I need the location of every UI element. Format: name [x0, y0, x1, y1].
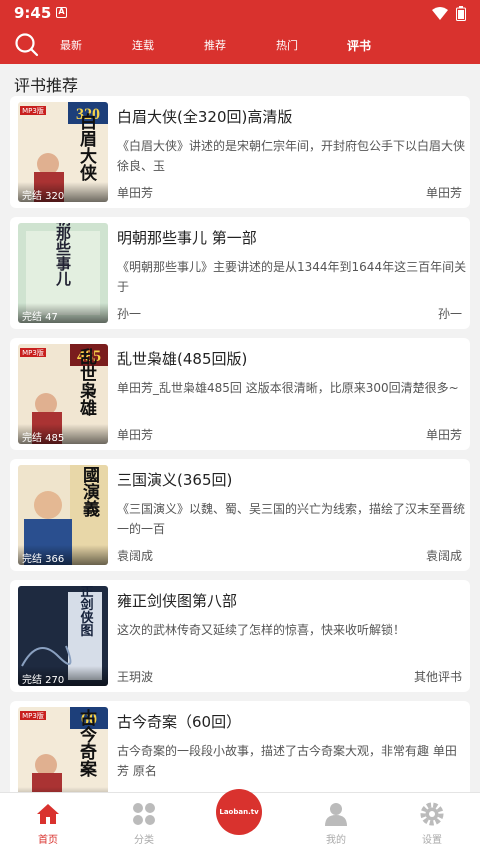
status-icons — [432, 6, 466, 21]
cover-title: 古今奇案 — [76, 708, 98, 778]
item-description: 《白眉大侠》讲述的是宋朝仁宗年间，开封府包公手下以白眉大侠徐良、玉 — [117, 139, 466, 173]
tab-serial[interactable]: 连载 — [132, 37, 154, 53]
list-item[interactable]: 三國演義 完结 366 三国演义(365回) 《三国演义》以魏、蜀、吴三国的兴亡… — [10, 459, 470, 571]
item-title: 明朝那些事儿 第一部 — [117, 229, 257, 247]
nav-mine[interactable]: 我的 — [296, 793, 376, 851]
nav-category-label: 分类 — [134, 835, 154, 846]
nav-home[interactable]: 首页 — [8, 793, 88, 851]
nav-settings-label: 设置 — [422, 835, 442, 846]
cover-tag: MP3版 — [22, 106, 44, 115]
item-description: 单田芳_乱世枭雄485回 这版本很清晰，比原来300回清楚很多~ — [117, 381, 459, 395]
program-list: 320 MP3版 白眉大侠 完结 320 白眉大侠(全320回)高清版 《白眉大… — [10, 96, 470, 822]
cover-image: 雍正剑侠图 完结 270 — [18, 586, 108, 686]
bottom-nav: 首页 分类 Laoban.tv 我的 设置 — [0, 789, 480, 851]
item-author: 孙一 — [117, 307, 142, 321]
cover-title: 三國演義 — [79, 465, 100, 518]
cover-title: 乱世枭雄 — [76, 347, 98, 417]
top-nav: 最新 连载 推荐 热门 评书 — [0, 26, 480, 64]
list-item[interactable]: 雍正剑侠图 完结 270 雍正剑侠图第八部 这次的武林传奇又延续了怎样的惊喜，快… — [10, 580, 470, 692]
tab-recommend[interactable]: 推荐 — [204, 37, 226, 53]
gear-icon — [420, 802, 444, 826]
item-description: 《明朝那些事儿》主要讲述的是从1344年到1644年这三百年间关于 — [117, 260, 467, 294]
list-item[interactable]: 485 MP3版 乱世枭雄 完结 485 乱世枭雄(485回版) 单田芳_乱世枭… — [10, 338, 470, 450]
item-title: 乱世枭雄(485回版) — [117, 350, 248, 368]
status-bar: 9:45 A — [0, 0, 480, 26]
item-category: 单田芳 — [425, 428, 462, 442]
nav-home-label: 首页 — [38, 835, 58, 846]
item-description: 这次的武林传奇又延续了怎样的惊喜，快来收听解锁！ — [117, 623, 406, 637]
cover-tag: MP3版 — [22, 348, 44, 357]
cover-image: 三國演義 完结 366 — [18, 465, 108, 565]
status-badge: 完结 320 — [18, 182, 108, 202]
item-title: 白眉大侠(全320回)高清版 — [117, 108, 293, 126]
item-category: 单田芳 — [425, 186, 462, 200]
item-title: 三国演义(365回) — [117, 471, 233, 489]
status-a-icon: A — [56, 7, 67, 18]
cover-title: 雍正剑侠图 — [78, 586, 95, 638]
item-title: 古今奇案（60回） — [117, 713, 242, 731]
person-icon — [325, 803, 347, 826]
home-icon — [37, 804, 59, 824]
item-author: 单田芳 — [117, 428, 154, 442]
nav-category[interactable]: 分类 — [104, 793, 184, 851]
item-description: 古今奇案的一段段小故事，描述了古今奇案大观，非常有趣 单田芳 原名 — [117, 744, 457, 778]
search-icon[interactable] — [14, 32, 40, 58]
app-logo[interactable]: Laoban.tv — [216, 789, 262, 835]
status-badge: 完结 485 — [18, 424, 108, 444]
status-badge: 完结 270 — [18, 666, 108, 686]
cover-title: 明朝那些事儿 — [54, 223, 72, 287]
wifi-icon — [432, 7, 448, 20]
status-badge: 完结 366 — [18, 545, 108, 565]
item-title: 雍正剑侠图第八部 — [117, 592, 238, 610]
cover-tag: MP3版 — [22, 711, 44, 720]
list-item[interactable]: 320 MP3版 白眉大侠 完结 320 白眉大侠(全320回)高清版 《白眉大… — [10, 96, 470, 208]
list-item[interactable]: 明朝那些事儿 完结 47 明朝那些事儿 第一部 《明朝那些事儿》主要讲述的是从1… — [10, 217, 470, 329]
tab-latest[interactable]: 最新 — [60, 37, 82, 53]
item-category: 袁阔成 — [425, 549, 462, 563]
item-author: 王玥波 — [117, 670, 154, 684]
cover-image: 485 MP3版 乱世枭雄 完结 485 — [18, 344, 108, 444]
tab-pingshu[interactable]: 评书 — [347, 37, 371, 54]
cover-image: 明朝那些事儿 完结 47 — [18, 223, 108, 323]
item-category: 其他评书 — [413, 670, 462, 684]
tab-hot[interactable]: 热门 — [276, 37, 298, 53]
cover-title: 白眉大侠 — [76, 112, 97, 182]
battery-icon — [456, 6, 466, 21]
item-description: 《三国演义》以魏、蜀、吴三国的兴亡为线索，描绘了汉末至晋统一的一百 — [117, 502, 466, 536]
section-title: 评书推荐 — [14, 76, 79, 95]
item-category: 孙一 — [437, 307, 462, 321]
cover-image: 320 MP3版 白眉大侠 完结 320 — [18, 102, 108, 202]
nav-mine-label: 我的 — [326, 835, 346, 846]
status-time: 9:45 — [14, 4, 52, 22]
status-badge: 完结 47 — [18, 303, 108, 323]
nav-settings[interactable]: 设置 — [392, 793, 472, 851]
item-author: 单田芳 — [117, 186, 154, 200]
grid-icon — [133, 803, 155, 825]
item-author: 袁阔成 — [117, 549, 154, 563]
